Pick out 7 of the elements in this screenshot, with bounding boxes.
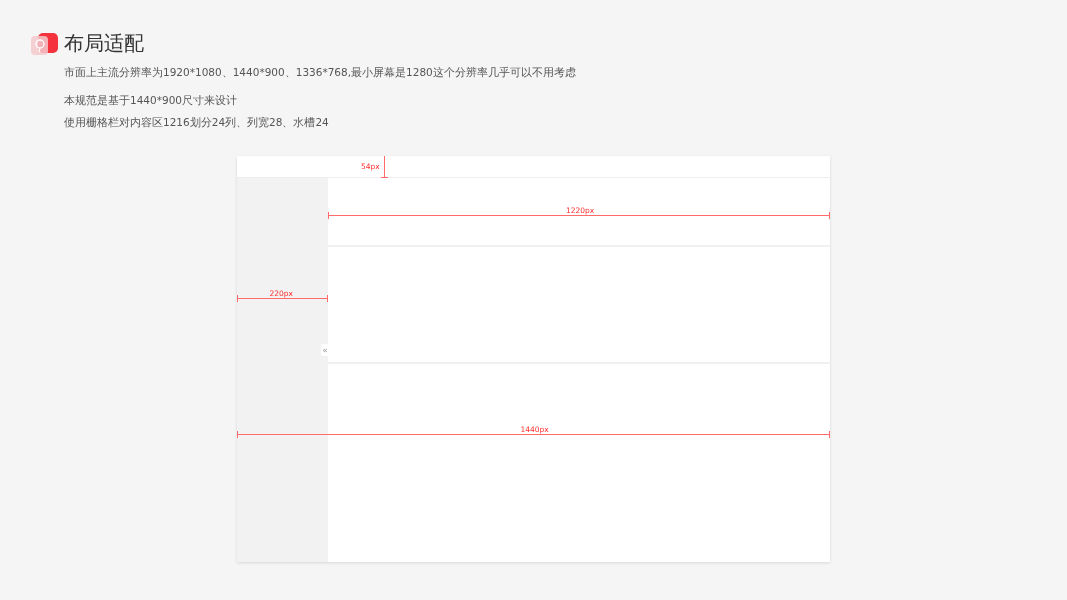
description-text: 市面上主流分辨率为1920*1080、1440*900、1336*768,最小屏幕是1280这个分辨率几乎可以不用考虑 xyxy=(63,66,577,80)
dimension-line xyxy=(384,156,385,178)
page-title: 布局适配 xyxy=(64,30,144,57)
logo-icon xyxy=(31,30,58,57)
description-text: 本规范是基于1440*900尺寸来设计 xyxy=(63,94,238,108)
description-text: 使用栅格栏对内容区1216划分24列、列宽28、水槽24 xyxy=(63,116,330,130)
collapse-button[interactable]: « xyxy=(321,344,329,356)
